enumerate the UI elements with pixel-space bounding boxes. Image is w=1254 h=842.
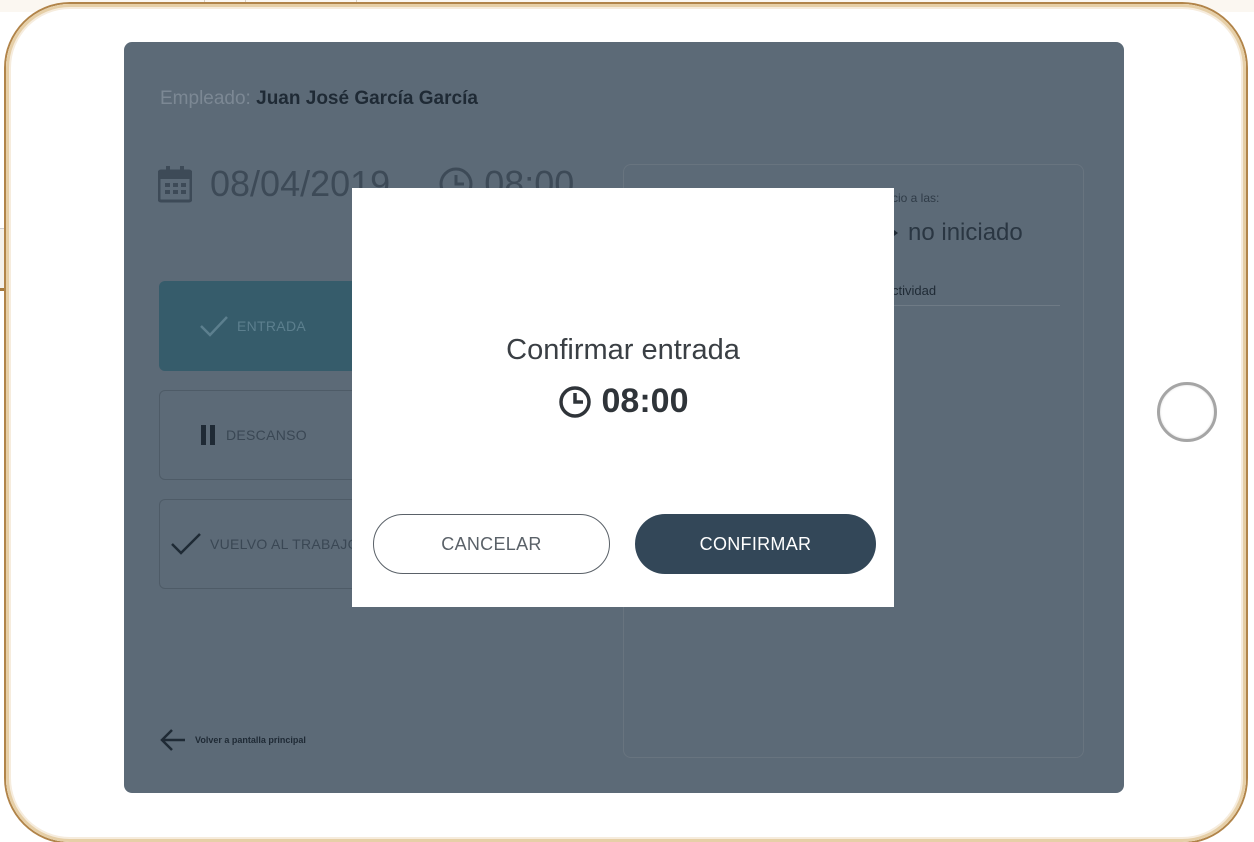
confirm-button[interactable]: CONFIRMAR [635,514,876,574]
actividad-label: ctividad [892,283,937,298]
inicio-label: cio a las: [892,191,940,205]
dialog-time: 08:00 [352,382,894,421]
arrow-left-icon [160,729,185,751]
status-text: no iniciado [908,219,1023,246]
check-icon [171,533,201,555]
clock-icon [558,385,591,418]
actividad-divider [892,305,1060,306]
descanso-label: DESCANSO [226,427,307,443]
dialog-time-value: 08:00 [601,382,689,420]
cancel-button[interactable]: CANCELAR [373,514,610,574]
back-to-main-link[interactable]: Volver a pantalla principal [159,728,306,752]
check-icon [200,316,228,337]
back-link-label: Volver a pantalla principal [195,735,306,745]
confirm-dialog: Confirmar entrada 08:00 CANCELAR CONFIRM… [352,188,894,607]
employee-label: Empleado: [160,88,251,109]
tablet-home-button[interactable] [1157,382,1217,442]
vuelvo-label: VUELVO AL TRABAJO [210,536,359,552]
employee-line: Empleado: Juan José García García [160,88,478,110]
entrada-label: ENTRADA [237,318,306,334]
status-row: no iniciado [890,219,1023,247]
employee-name: Juan José García García [256,88,478,109]
pause-icon [201,425,215,445]
dialog-title: Confirmar entrada [506,334,740,366]
calendar-icon [158,166,192,203]
